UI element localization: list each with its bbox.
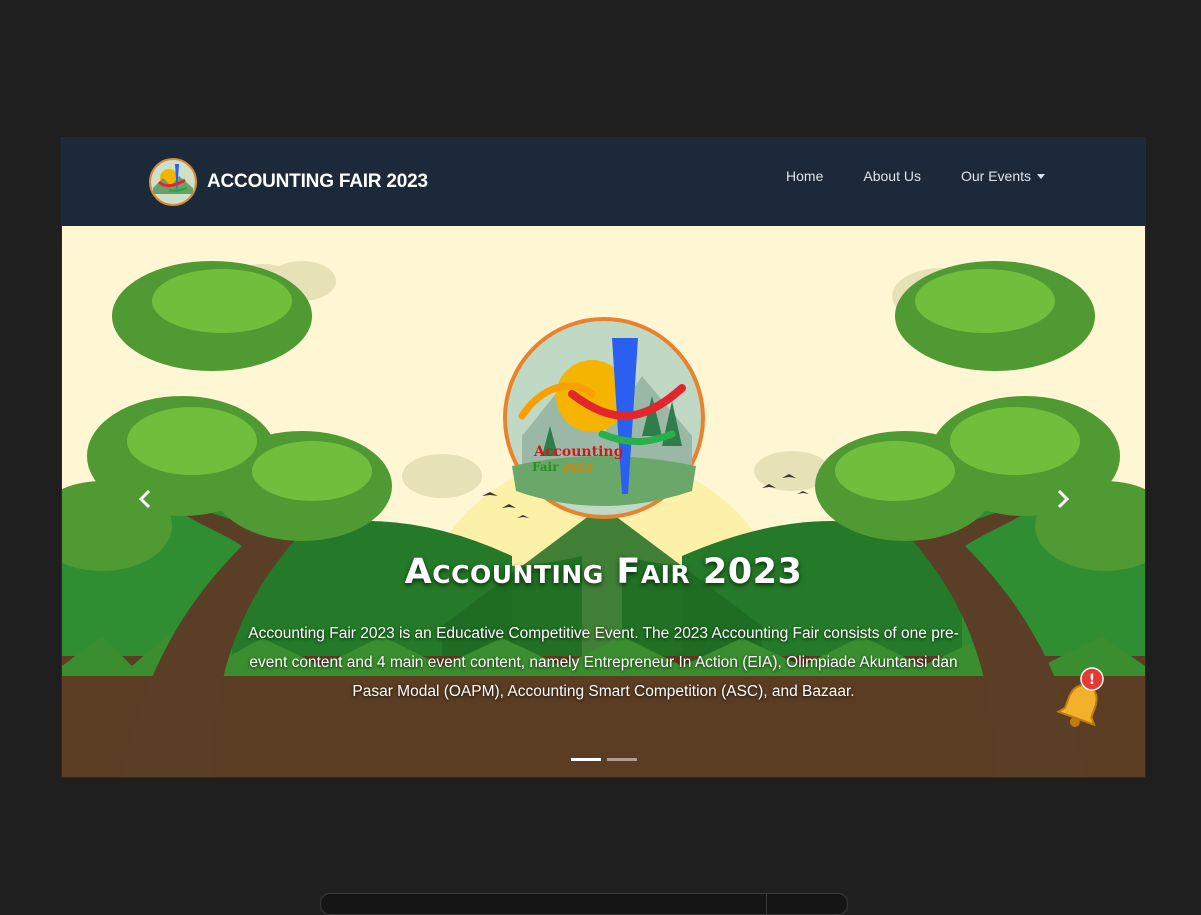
notification-badge: ! bbox=[1080, 667, 1104, 691]
nav-about-us[interactable]: About Us bbox=[863, 168, 921, 184]
bottom-toolbar bbox=[320, 893, 848, 915]
carousel-next-button[interactable] bbox=[1048, 484, 1078, 514]
hero-carousel: Accounting Fair 2023 Accounting Fair 202… bbox=[62, 226, 1145, 777]
chevron-right-icon bbox=[1057, 489, 1070, 509]
carousel-indicator-1[interactable] bbox=[570, 758, 601, 761]
nav-home[interactable]: Home bbox=[786, 168, 823, 184]
navbar: ACCOUNTING FAIR 2023 Home About Us Our E… bbox=[62, 138, 1145, 226]
toolbar-divider bbox=[766, 894, 767, 914]
nav-our-events-label: Our Events bbox=[960, 168, 1031, 184]
brand-title: ACCOUNTING FAIR 2023 bbox=[207, 171, 428, 192]
logo-text-line1: Accounting bbox=[533, 444, 624, 460]
notification-bell-button[interactable]: ! bbox=[1054, 667, 1108, 731]
carousel-prev-button[interactable] bbox=[130, 484, 160, 514]
hero-title: Accounting Fair 2023 bbox=[404, 552, 803, 592]
logo-text-year: 2023 bbox=[562, 461, 593, 474]
carousel-indicators bbox=[62, 758, 1145, 761]
nav-our-events-dropdown[interactable]: Our Events bbox=[961, 168, 1045, 184]
caret-down-icon bbox=[1037, 173, 1045, 179]
logo-text-line2: Fair bbox=[532, 460, 559, 474]
carousel-indicator-2[interactable] bbox=[606, 758, 637, 761]
brand-logo bbox=[149, 158, 197, 206]
nav-menu: Home About Us Our Events bbox=[786, 168, 1045, 184]
hero-description: Accounting Fair 2023 is an Educative Com… bbox=[248, 625, 959, 700]
brand-link[interactable]: ACCOUNTING FAIR 2023 bbox=[149, 158, 428, 206]
chevron-left-icon bbox=[138, 489, 151, 509]
site-frame: ACCOUNTING FAIR 2023 Home About Us Our E… bbox=[62, 138, 1145, 777]
notification-badge-text: ! bbox=[1089, 672, 1095, 688]
event-logo: Accounting Fair 2023 bbox=[503, 317, 705, 519]
